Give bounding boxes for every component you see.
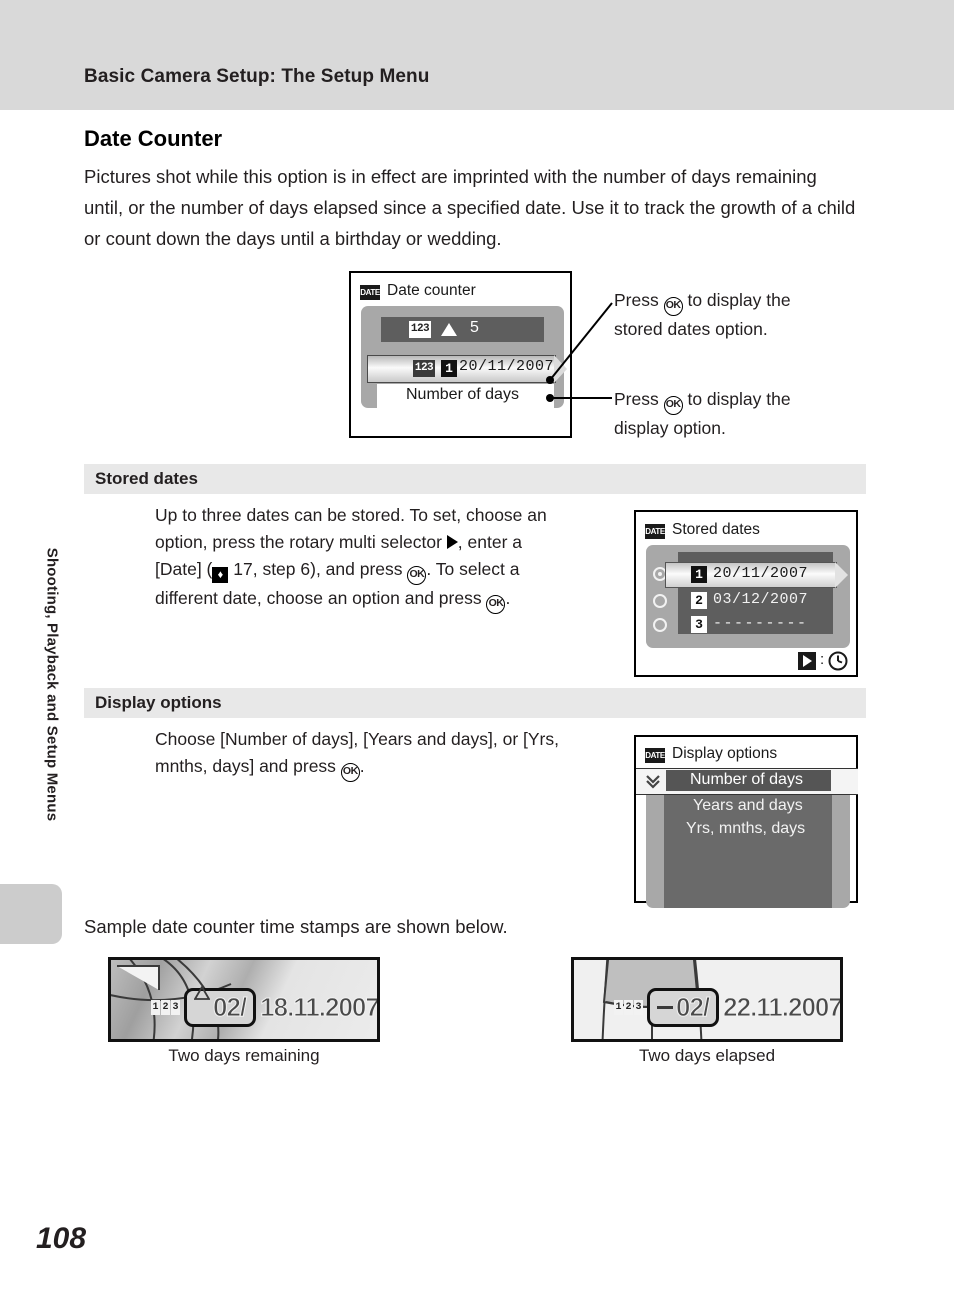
sample-caption-2: Two days elapsed bbox=[638, 1046, 776, 1065]
radio-stored-date-2[interactable] bbox=[653, 594, 667, 608]
radio-stored-date-3[interactable] bbox=[653, 618, 667, 632]
stored-date-2-slot: 2 bbox=[691, 592, 707, 609]
sample-2-days: 02/ bbox=[675, 992, 710, 1023]
sample-photo-1: 1 2 3 02/ 18.11.2007 bbox=[108, 957, 380, 1042]
counter-value: 5 bbox=[470, 319, 479, 336]
stored-dates-line-3-b: 17, step 6), and press bbox=[228, 559, 408, 579]
stored-dates-line-3-a: [Date] ( bbox=[155, 559, 213, 579]
date-icon: DATE bbox=[360, 285, 380, 300]
reference-book-icon: ♦ bbox=[212, 567, 229, 583]
band-stored-dates-label: Stored dates bbox=[95, 469, 198, 488]
screen-title: Date counter bbox=[387, 282, 476, 299]
stored-date-1-value: 20/11/2007 bbox=[713, 565, 809, 582]
side-tab-label: Shooting, Playback and Setup Menus bbox=[43, 547, 61, 822]
samples-lead-in: Sample date counter time stamps are show… bbox=[84, 916, 508, 937]
date-icon: DATE bbox=[645, 748, 665, 763]
display-option-label-1[interactable]: Years and days bbox=[693, 797, 803, 815]
band-display-options-label: Display options bbox=[95, 693, 222, 712]
callout-2-line2: display option. bbox=[614, 418, 726, 438]
stored-date-row-1-arrow bbox=[835, 562, 848, 588]
intro-paragraph: Pictures shot while this option is in ef… bbox=[84, 166, 856, 249]
row-123-icon: 123 bbox=[413, 360, 435, 377]
stored-date-3-slot: 3 bbox=[691, 616, 707, 633]
stored-dates-line-4-pre: different date, choose an option and pre… bbox=[155, 588, 487, 608]
band-stored-dates: Stored dates bbox=[84, 464, 866, 494]
counter-digits-icon: 1 2 3 bbox=[614, 1000, 643, 1015]
display-option-label-0[interactable]: Number of days bbox=[690, 771, 803, 789]
display-option-label-2[interactable]: Yrs, mnths, days bbox=[686, 820, 805, 838]
date-icon: DATE bbox=[645, 524, 665, 539]
counter-digits-icon: 1 2 3 bbox=[151, 1000, 180, 1015]
ok-button-icon: OK bbox=[486, 595, 506, 614]
stored-dates-line-1: Up to three dates can be stored. To set,… bbox=[155, 505, 547, 525]
sample-photo-2: 1 2 3 02/ 22.11.2007 bbox=[571, 957, 843, 1042]
callout-leader-lines bbox=[546, 302, 613, 402]
screen-title: Stored dates bbox=[672, 521, 760, 538]
counter-digit-2: 2 bbox=[624, 1000, 633, 1015]
sample-caption-1: Two days remaining bbox=[168, 1046, 320, 1065]
screen-stored-dates: DATE Stored dates 1 20/11/2007 2 03/12/2… bbox=[634, 510, 858, 677]
display-option-label: Number of days bbox=[406, 386, 519, 403]
stored-dates-body: Up to three dates can be stored. To set,… bbox=[155, 502, 595, 614]
footer-separator: : bbox=[820, 651, 825, 668]
display-options-line-1: Choose [Number of days], [Years and days… bbox=[155, 729, 559, 749]
display-options-body: Choose [Number of days], [Years and days… bbox=[155, 726, 595, 782]
counter-preview-strip bbox=[381, 317, 544, 342]
row-slot-badge: 1 bbox=[441, 360, 457, 377]
callout-1-line2: stored dates option. bbox=[614, 319, 768, 339]
minus-icon bbox=[657, 1006, 673, 1009]
page-title: Date Counter bbox=[84, 126, 223, 151]
chevron-double-down-icon bbox=[646, 775, 660, 789]
triangle-up-icon bbox=[194, 985, 210, 1015]
side-tab-marker bbox=[0, 884, 62, 944]
sample-2-date: 22.11.2007 bbox=[723, 992, 842, 1023]
callout-2-line1-pre: Press bbox=[614, 389, 664, 409]
running-header-band bbox=[0, 0, 954, 110]
counter-digit-1: 1 bbox=[614, 1000, 623, 1015]
sample-1-days-box: 02/ bbox=[184, 985, 257, 1027]
sample-2-days-box: 02/ bbox=[647, 988, 720, 1027]
ok-button-icon: OK bbox=[663, 297, 683, 316]
sample-1-days: 02/ bbox=[212, 992, 247, 1023]
running-header-title: Basic Camera Setup: The Setup Menu bbox=[84, 66, 430, 87]
display-options-line-2-pre: mnths, days] and press bbox=[155, 756, 341, 776]
triangle-up-icon bbox=[441, 323, 457, 336]
right-arrow-icon-glyph bbox=[803, 655, 812, 667]
callout-stored-dates: Press OK to display the stored dates opt… bbox=[614, 287, 874, 342]
stored-date-3-value[interactable]: --------- bbox=[713, 615, 808, 632]
screen-display-options: DATE Display options Number of days Year… bbox=[634, 735, 858, 908]
clock-icon bbox=[828, 651, 848, 671]
band-display-options: Display options bbox=[84, 688, 866, 718]
ok-button-icon: OK bbox=[407, 566, 427, 585]
callout-display-option: Press OK to display the display option. bbox=[614, 386, 874, 441]
counter-digit-3: 3 bbox=[171, 1000, 180, 1015]
callout-2-line1-post: to display the bbox=[682, 389, 791, 409]
callout-1-line1-pre: Press bbox=[614, 290, 664, 310]
callout-1-line1-post: to display the bbox=[682, 290, 791, 310]
counter-digit-2: 2 bbox=[161, 1000, 170, 1015]
stored-dates-line-2-post: , enter a bbox=[457, 532, 523, 552]
stored-dates-line-3-c: . To select a bbox=[426, 559, 520, 579]
stored-date-2-value[interactable]: 03/12/2007 bbox=[713, 591, 808, 608]
counter-digit-3: 3 bbox=[634, 1000, 643, 1015]
screen-title: Display options bbox=[672, 745, 778, 762]
sample-1-date: 18.11.2007 bbox=[260, 992, 379, 1023]
page-number: 108 bbox=[36, 1222, 87, 1255]
sample-photo-2-timestamp: 1 2 3 02/ 22.11.2007 bbox=[614, 988, 842, 1027]
ok-button-icon: OK bbox=[663, 396, 683, 415]
sample-photo-1-timestamp: 1 2 3 02/ 18.11.2007 bbox=[151, 985, 379, 1027]
display-options-line-2-post: . bbox=[359, 756, 365, 776]
counter-123-icon: 123 bbox=[409, 321, 431, 338]
stored-dates-line-4-post: . bbox=[505, 588, 511, 608]
counter-digit-1: 1 bbox=[151, 1000, 160, 1015]
right-arrow-icon bbox=[446, 535, 458, 549]
stored-dates-line-2-pre: option, press the rotary multi selector bbox=[155, 532, 447, 552]
screen-date-counter: DATE Date counter 123 5 123 1 20/11/2007… bbox=[349, 271, 572, 438]
stored-date-1-slot: 1 bbox=[691, 566, 707, 583]
ok-button-icon: OK bbox=[340, 763, 360, 782]
